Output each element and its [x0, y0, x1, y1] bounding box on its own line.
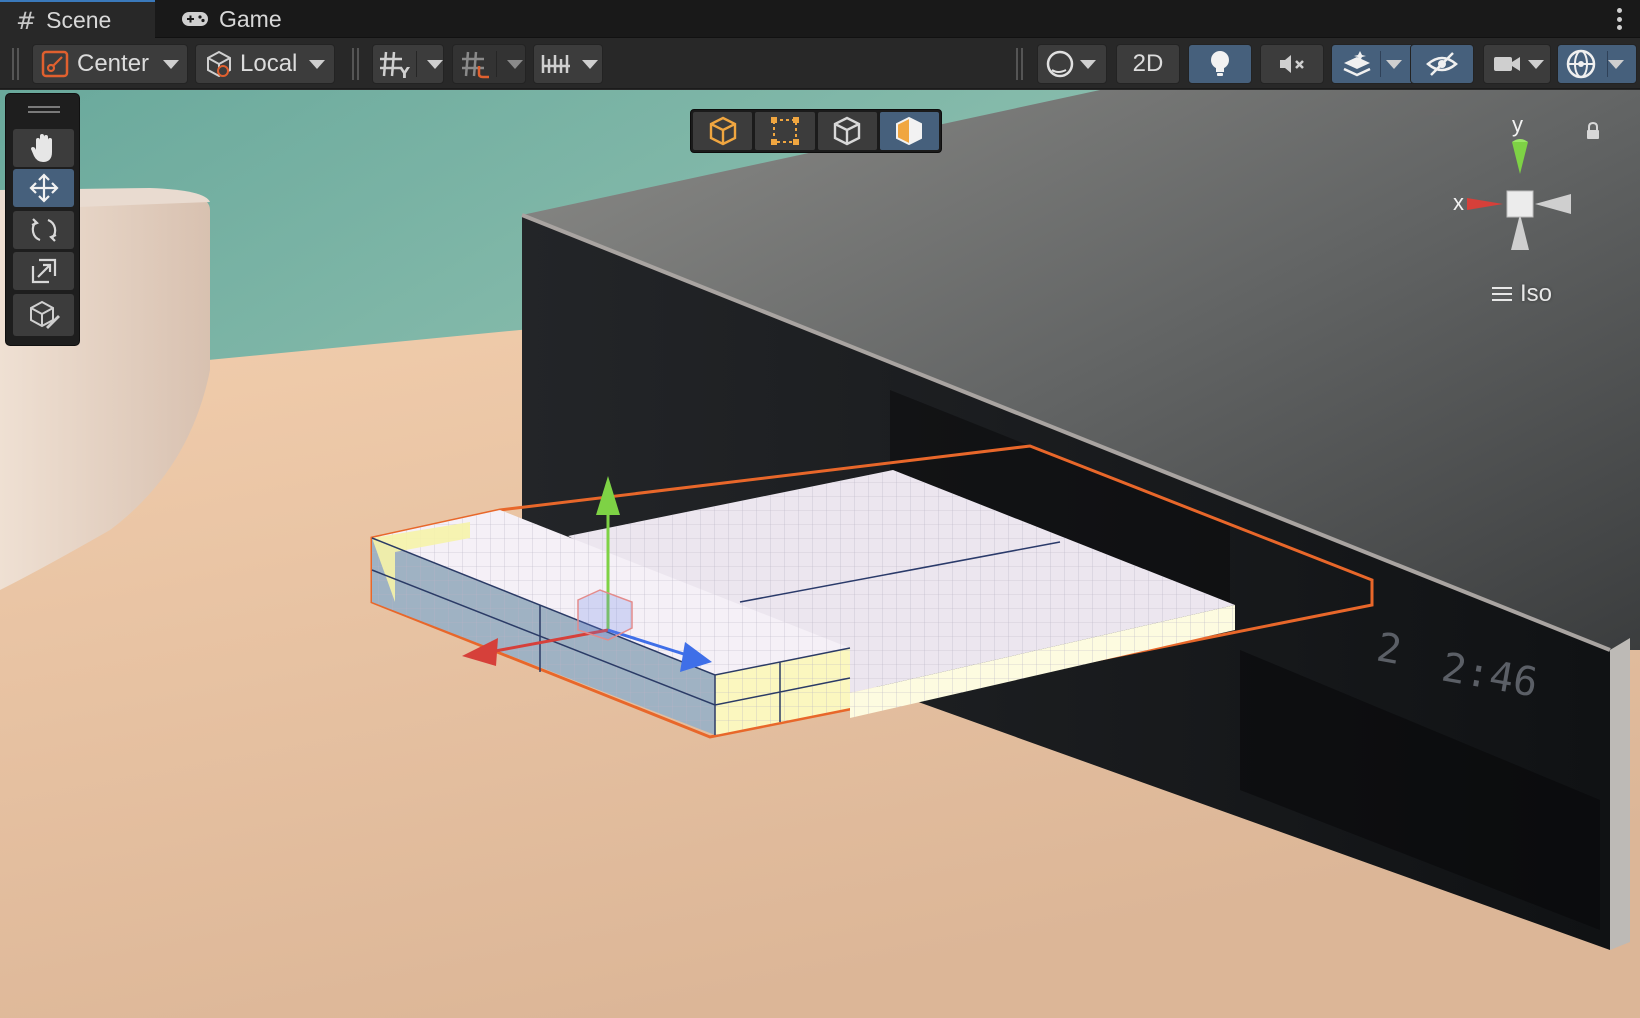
toolbar-grip[interactable]	[1016, 48, 1023, 80]
chevron-down-icon	[1080, 59, 1096, 69]
chevron-down-icon	[1386, 59, 1402, 69]
rotate-icon	[31, 218, 56, 242]
pivot-mode-label: Center	[77, 50, 150, 77]
scene-toolbar: Center Local Y 2D	[0, 39, 1640, 89]
snap-increment-icon	[462, 51, 489, 79]
chevron-down-icon	[163, 59, 180, 69]
scene-visibility-button[interactable]	[1410, 44, 1474, 84]
local-cube-icon	[207, 50, 231, 78]
chevron-down-icon	[1608, 59, 1624, 69]
transform-cube-icon	[709, 116, 736, 146]
ruler-icon	[541, 55, 570, 73]
toolbar-grip[interactable]	[352, 48, 359, 80]
move-arrows-icon	[28, 173, 59, 203]
handle-rotation-dropdown[interactable]: Local	[195, 44, 335, 84]
projection-label: Iso	[1520, 280, 1553, 307]
scene-effects-dropdown[interactable]	[1331, 44, 1419, 84]
shaded-cube-icon	[896, 116, 923, 146]
overlay-grip[interactable]	[28, 106, 60, 113]
rect-tool-button[interactable]	[755, 112, 815, 150]
camera-icon	[1494, 57, 1520, 71]
tools-overlay	[5, 93, 80, 346]
ruler-button[interactable]	[533, 44, 603, 84]
menu-icon	[1492, 287, 1512, 301]
transform-tool-button[interactable]	[693, 112, 753, 150]
lock-icon[interactable]	[1585, 122, 1601, 140]
move-tool-button[interactable]	[13, 169, 74, 207]
handle-rotation-label: Local	[240, 50, 298, 77]
effects-icon	[1343, 51, 1371, 77]
wire-cube-tool-button[interactable]	[817, 112, 877, 150]
component-tools-overlay	[690, 109, 942, 153]
tab-scene-label: Scene	[46, 7, 112, 33]
draw-mode-sphere-icon	[1046, 50, 1074, 78]
2d-mode-button[interactable]: 2D	[1116, 44, 1180, 84]
gizmo-x-label: x	[1453, 190, 1464, 215]
rect-tool-icon	[770, 117, 799, 145]
toolbar-grip[interactable]	[12, 48, 19, 80]
custom-editor-tool-button[interactable]	[13, 294, 74, 336]
tab-game-label: Game	[219, 5, 282, 32]
pivot-mode-dropdown[interactable]: Center	[32, 44, 188, 84]
projection-toggle[interactable]: Iso	[1492, 280, 1552, 308]
scene-audio-button[interactable]	[1260, 44, 1324, 84]
scene-viewport[interactable]: 2 2:46	[0, 90, 1640, 1018]
scene-render[interactable]: 2 2:46	[0, 90, 1640, 1018]
hidden-visibility-icon	[1426, 52, 1458, 76]
lighting-bulb-icon	[1211, 51, 1229, 76]
tab-scene[interactable]: # Scene	[0, 0, 155, 39]
scale-icon	[31, 258, 56, 284]
gizmo-y-label: y	[1512, 112, 1523, 137]
draw-mode-dropdown[interactable]	[1037, 44, 1107, 84]
gizmos-dropdown[interactable]	[1557, 44, 1637, 84]
scene-tab-bar: # Scene Game	[0, 0, 1640, 39]
axis-gizmo-icon[interactable]: x y	[1445, 110, 1635, 260]
gamepad-icon	[182, 12, 208, 26]
wire-cube-icon	[833, 116, 861, 146]
snap-increment-button[interactable]	[452, 44, 526, 84]
chevron-down-icon	[1528, 59, 1544, 69]
scene-lighting-button[interactable]	[1188, 44, 1252, 84]
view-tool-button[interactable]	[13, 129, 74, 167]
chevron-down-icon	[427, 59, 443, 69]
hand-icon	[30, 134, 52, 162]
chevron-down-icon	[582, 59, 598, 69]
hash-icon: #	[16, 6, 37, 35]
more-options-icon[interactable]	[1616, 8, 1622, 30]
chevron-down-icon	[309, 59, 326, 69]
svg-text:Y: Y	[398, 64, 411, 80]
gizmos-icon	[1566, 49, 1596, 79]
rotate-tool-button[interactable]	[13, 211, 74, 249]
cube-pencil-icon	[29, 300, 60, 329]
scale-tool-button[interactable]	[13, 252, 74, 290]
chevron-down-icon	[507, 59, 523, 69]
audio-mute-icon	[1280, 55, 1304, 73]
grid-icon: Y	[380, 51, 411, 80]
tab-game[interactable]: Game	[165, 0, 300, 38]
grid-visibility-button[interactable]: Y	[372, 44, 444, 84]
pivot-icon	[41, 50, 69, 78]
2d-mode-label: 2D	[1132, 50, 1164, 77]
shaded-cube-tool-button[interactable]	[879, 112, 939, 150]
scene-camera-dropdown[interactable]	[1483, 44, 1551, 84]
